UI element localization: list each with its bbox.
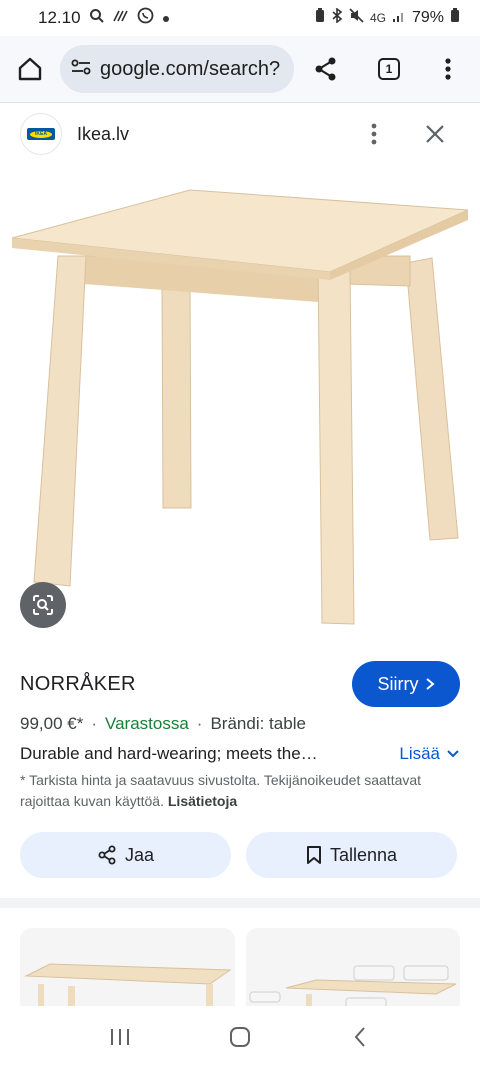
battery-icon [450, 8, 460, 28]
whatsapp-icon [137, 7, 154, 29]
status-time: 12.10 [38, 8, 81, 27]
more-vert-icon [445, 58, 451, 80]
status-bar: 12.10 4G 79% [0, 0, 480, 36]
tab-count: 1 [378, 58, 400, 80]
home-circle-icon [230, 1026, 250, 1047]
site-settings-icon[interactable] [70, 57, 92, 82]
close-button[interactable] [416, 114, 454, 154]
product-brand: Brändi: table [210, 714, 306, 733]
separator-dot: · [196, 714, 203, 733]
home-button[interactable] [0, 39, 60, 99]
product-title-row: NORRÅKER Siirry [20, 660, 460, 708]
product-meta: 99,00 €* · Varastossa · Brändi: table [20, 712, 306, 736]
more-link[interactable]: Lisää [399, 744, 460, 764]
visit-button[interactable]: Siirry [352, 661, 460, 707]
visit-button-label: Siirry [377, 673, 419, 694]
more-options-button[interactable] [356, 114, 392, 154]
save-button[interactable]: Tallenna [246, 832, 457, 878]
share-button-label: Jaa [124, 844, 155, 865]
site-name[interactable]: Ikea.lv [77, 124, 129, 145]
share-icon [315, 57, 336, 81]
battery-saver-icon [315, 8, 325, 28]
product-description: Durable and hard-wearing; meets the… [20, 744, 318, 763]
product-description-row: Durable and hard-wearing; meets the… Lis… [20, 742, 460, 766]
back-icon [354, 1026, 365, 1047]
tab-switcher-button[interactable]: 1 [358, 39, 420, 99]
notification-dot-icon [162, 8, 170, 28]
section-separator [0, 898, 480, 908]
browser-toolbar: google.com/search? 1 [0, 36, 480, 102]
battery-level: 79% [411, 9, 444, 26]
home-icon [18, 57, 42, 81]
search-icon [89, 8, 105, 29]
more-link-label: Lisää [399, 744, 440, 763]
ikea-logo-icon: IKEA [27, 128, 55, 140]
chevron-down-icon [447, 750, 459, 758]
save-button-label: Tallenna [329, 844, 398, 865]
address-bar[interactable]: google.com/search? [60, 45, 294, 93]
signal-activity-icon [112, 8, 129, 28]
lens-search-button[interactable] [20, 582, 66, 628]
share-button[interactable]: Jaa [20, 832, 231, 878]
availability-status: Varastossa [105, 714, 189, 733]
cell-signal-icon [392, 9, 406, 28]
separator-dot: · [91, 714, 98, 733]
close-icon [426, 125, 444, 143]
product-image[interactable] [0, 168, 480, 648]
lens-icon [33, 595, 53, 615]
mute-icon [349, 8, 364, 28]
recent-apps-button[interactable] [90, 1012, 150, 1062]
url-text[interactable]: google.com/search? [100, 58, 280, 81]
share-icon [98, 845, 116, 865]
browser-menu-button[interactable] [420, 39, 476, 99]
site-favicon[interactable]: IKEA [20, 113, 62, 155]
bookmark-icon [306, 846, 321, 864]
system-navigation-bar [0, 1006, 480, 1067]
more-vert-icon [371, 123, 377, 145]
result-source-header: IKEA Ikea.lv [0, 104, 480, 164]
network-type: 4G [369, 11, 386, 25]
product-price: 99,00 €* [20, 714, 84, 733]
learn-more-link[interactable]: Lisätietoja [168, 793, 237, 809]
product-title: NORRÅKER [20, 672, 136, 695]
related-image-card[interactable] [246, 928, 460, 1018]
disclaimer: * Tarkista hinta ja saatavuus sivustolta… [20, 770, 460, 812]
toolbar-divider [0, 102, 480, 103]
chevron-right-icon [425, 678, 435, 690]
recent-apps-icon [111, 1028, 129, 1045]
bluetooth-icon [331, 7, 343, 28]
home-nav-button[interactable] [210, 1012, 270, 1062]
related-image-card[interactable] [20, 928, 235, 1018]
logo-text: IKEA [30, 130, 52, 138]
share-page-button[interactable] [294, 39, 358, 99]
back-nav-button[interactable] [330, 1012, 390, 1062]
